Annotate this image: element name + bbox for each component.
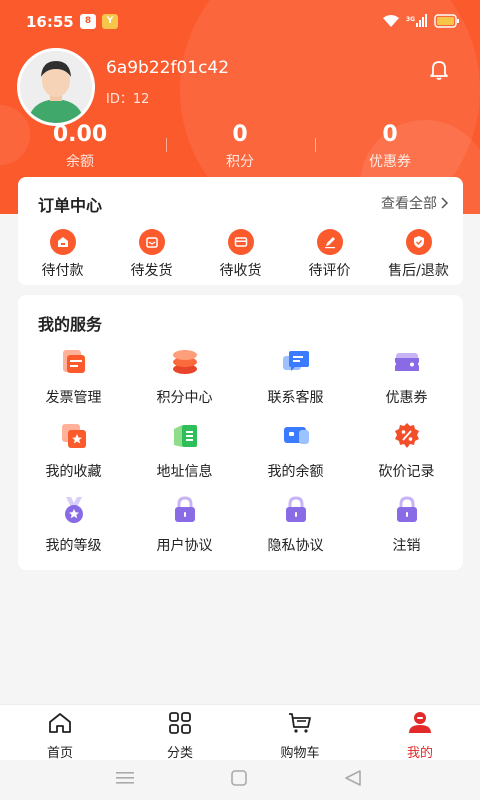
wifi-icon [383, 15, 399, 27]
balance-stat[interactable]: 0.00 余额 [0, 122, 160, 171]
service-deactivate-account[interactable]: 注销 [351, 495, 462, 555]
stat-label: 优惠券 [369, 154, 411, 170]
lock-icon [285, 496, 306, 522]
service-my-level[interactable]: 我的等级 [18, 495, 129, 555]
nav-profile[interactable]: 我的 [360, 711, 480, 761]
status-icons: 3G [382, 14, 460, 28]
view-all-orders-link[interactable]: 查看全部 [381, 193, 449, 213]
service-bargain-records[interactable]: 砍价记录 [351, 421, 462, 481]
nav-label: 首页 [46, 746, 73, 761]
status-time: 16:55 [26, 13, 74, 31]
home-square-icon[interactable] [231, 770, 247, 786]
service-label: 优惠券 [385, 390, 428, 406]
order-label: 待收货 [219, 263, 262, 279]
view-all-label: 查看全部 [381, 196, 437, 212]
status-bar: 16:55 8 Y 3G [0, 0, 480, 44]
nav-home[interactable]: 首页 [0, 711, 120, 761]
avatar[interactable] [17, 48, 95, 126]
points-stat[interactable]: 0 积分 [160, 122, 320, 171]
service-privacy-agreement[interactable]: 隐私协议 [240, 495, 351, 555]
my-services-card: 我的服务 发票管理 积分中心 联系客服 优惠券 我的收藏 地址信息 我的余额 砍… [18, 295, 463, 570]
order-label: 待付款 [41, 263, 84, 279]
address-icon [173, 425, 197, 447]
grid-icon [169, 712, 191, 734]
order-label: 售后/退款 [388, 263, 449, 279]
service-label: 联系客服 [267, 390, 324, 406]
coupons-stat[interactable]: 0 优惠券 [310, 122, 470, 171]
service-my-balance[interactable]: 我的余额 [240, 421, 351, 481]
service-label: 地址信息 [156, 464, 213, 480]
cart-icon [289, 713, 311, 733]
system-navigation-bar [0, 760, 480, 800]
service-address-info[interactable]: 地址信息 [129, 421, 240, 481]
pen-icon [316, 229, 343, 255]
service-contact-support[interactable]: 联系客服 [240, 347, 351, 407]
notification-badge: 8 [80, 14, 96, 29]
service-invoice-management[interactable]: 发票管理 [18, 347, 129, 407]
service-label: 我的等级 [45, 538, 102, 554]
chat-icon [282, 351, 309, 371]
username: 6a9b22f01c42 [106, 58, 230, 78]
invoice-icon [62, 350, 85, 373]
discount-badge-icon [394, 423, 419, 448]
stat-label: 余额 [66, 154, 94, 170]
nav-cart[interactable]: 购物车 [240, 711, 360, 761]
service-label: 注销 [392, 538, 421, 554]
service-label: 砍价记录 [378, 464, 435, 480]
service-label: 积分中心 [156, 390, 213, 406]
order-center-card: 订单中心 查看全部 待付款 待发货 待收货 待评价 售后/退款 [18, 177, 463, 285]
balance-card-icon [283, 427, 309, 444]
coin-stack-icon [172, 350, 197, 374]
signal-icon: 3G [406, 14, 427, 27]
order-pending-receipt[interactable]: 待收货 [196, 229, 285, 280]
order-pending-payment[interactable]: 待付款 [18, 229, 107, 280]
stat-value: 0 [382, 122, 398, 147]
order-center-title: 订单中心 [38, 196, 103, 215]
stat-label: 积分 [226, 154, 254, 170]
bottom-navigation: 首页 分类 购物车 我的 [0, 704, 480, 761]
service-label: 我的余额 [267, 464, 324, 480]
user-id: ID：12 [106, 92, 150, 107]
service-label: 我的收藏 [45, 464, 102, 480]
stat-value: 0.00 [52, 122, 108, 147]
nav-label: 分类 [166, 746, 193, 761]
order-label: 待评价 [308, 263, 351, 279]
avatar-image [20, 51, 92, 123]
lock-icon [396, 496, 417, 522]
chevron-right-icon [441, 197, 449, 209]
coupon-icon [394, 353, 419, 371]
service-my-favorites[interactable]: 我的收藏 [18, 421, 129, 481]
account-stats: 0.00 余额 0 积分 0 优惠券 [0, 122, 480, 172]
home-icon [49, 713, 71, 733]
service-label: 用户协议 [156, 538, 213, 554]
favorite-icon [61, 424, 86, 448]
order-pending-shipment[interactable]: 待发货 [107, 229, 196, 280]
notification-badge: Y [102, 14, 118, 29]
shield-check-icon [405, 229, 432, 255]
menu-icon[interactable] [116, 771, 134, 785]
service-user-agreement[interactable]: 用户协议 [129, 495, 240, 555]
card-icon [227, 229, 254, 255]
service-label: 隐私协议 [267, 538, 324, 554]
order-label: 待发货 [130, 263, 173, 279]
service-points-center[interactable]: 积分中心 [129, 347, 240, 407]
wallet-icon [49, 229, 76, 255]
service-label: 发票管理 [45, 390, 102, 406]
nav-category[interactable]: 分类 [120, 711, 240, 761]
svg-text:3G: 3G [406, 16, 415, 23]
order-after-sales[interactable]: 售后/退款 [374, 229, 463, 280]
nav-label: 我的 [406, 746, 433, 761]
back-icon[interactable] [344, 769, 362, 787]
profile-icon [409, 712, 431, 733]
nav-label: 购物车 [280, 746, 320, 761]
battery-icon [434, 14, 459, 28]
stat-value: 0 [232, 122, 248, 147]
package-icon [138, 229, 165, 255]
my-services-title: 我的服务 [38, 315, 103, 334]
medal-icon [64, 497, 83, 523]
bell-icon[interactable] [427, 57, 451, 81]
lock-icon [174, 496, 195, 522]
service-coupons[interactable]: 优惠券 [351, 347, 462, 407]
order-pending-review[interactable]: 待评价 [285, 229, 374, 280]
